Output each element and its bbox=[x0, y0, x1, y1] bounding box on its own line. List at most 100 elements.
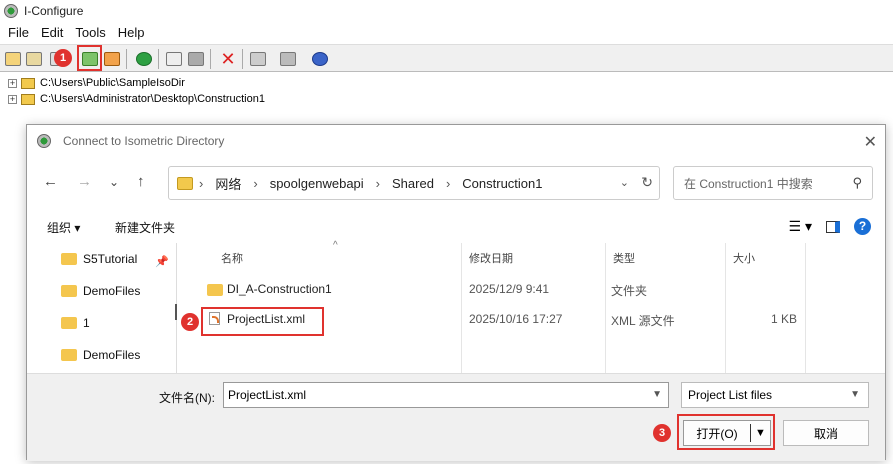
tree-item-label: C:\Users\Public\SampleIsoDir bbox=[40, 77, 185, 89]
help-icon[interactable]: ? bbox=[854, 218, 871, 235]
menu-tools[interactable]: Tools bbox=[69, 25, 111, 40]
callout-2-badge: 2 bbox=[181, 313, 199, 331]
file-size: 1 KB bbox=[771, 312, 798, 326]
toolbar: ✕ bbox=[0, 44, 893, 72]
callout-1-highlight bbox=[77, 45, 102, 71]
breadcrumb-separator: › bbox=[199, 175, 204, 191]
column-header-type[interactable]: 类型 bbox=[607, 243, 635, 273]
sidebar-item-label: S5Tutorial bbox=[83, 252, 138, 266]
file-type: XML 源文件 bbox=[611, 314, 675, 328]
help-icon[interactable] bbox=[310, 49, 330, 69]
address-bar[interactable]: › 网络 › spoolgenwebapi › Shared › Constru… bbox=[168, 166, 660, 200]
breadcrumb-server[interactable]: spoolgenwebapi bbox=[270, 176, 364, 191]
menu-file[interactable]: File bbox=[2, 25, 35, 40]
folder-icon bbox=[61, 349, 77, 361]
check-icon[interactable] bbox=[134, 49, 154, 69]
paste-icon[interactable] bbox=[186, 49, 206, 69]
sidebar-item-1[interactable]: 1 bbox=[61, 313, 90, 333]
chevron-down-icon[interactable]: ⌄ bbox=[620, 176, 629, 189]
sidebar-item-label: DemoFiles bbox=[83, 348, 141, 362]
chevron-down-icon[interactable]: ▼ bbox=[652, 389, 662, 400]
folder-icon bbox=[177, 176, 193, 190]
dialog-logo-icon bbox=[37, 134, 51, 148]
app-logo-icon bbox=[4, 4, 18, 18]
save-folder-icon[interactable] bbox=[24, 49, 44, 69]
menu-help[interactable]: Help bbox=[112, 25, 151, 40]
column-header-modified[interactable]: 修改日期 bbox=[463, 243, 513, 273]
search-placeholder: 在 Construction1 中搜索 bbox=[684, 176, 813, 191]
properties-icon[interactable] bbox=[248, 49, 268, 69]
search-icon[interactable]: ⚲ bbox=[852, 175, 862, 191]
file-modified: 2025/10/16 17:27 bbox=[469, 312, 563, 326]
tree-item[interactable]: + C:\Users\Administrator\Desktop\Constru… bbox=[8, 92, 265, 106]
dialog-title: Connect to Isometric Directory bbox=[63, 134, 225, 148]
sidebar-item-demofiles[interactable]: DemoFiles bbox=[61, 281, 140, 301]
callout-3-badge: 3 bbox=[653, 424, 671, 442]
sidebar-item-s5tutorial[interactable]: S5Tutorial bbox=[61, 249, 137, 269]
folder-icon bbox=[61, 285, 77, 297]
breadcrumb-separator: › bbox=[375, 175, 381, 191]
recent-locations-icon[interactable]: ⌄ bbox=[109, 175, 119, 189]
search-input[interactable]: 在 Construction1 中搜索 ⚲ bbox=[673, 166, 873, 200]
folder-icon bbox=[61, 253, 77, 265]
chevron-down-icon: ▼ bbox=[850, 389, 860, 400]
file-name: DI_A-Construction1 bbox=[227, 282, 332, 296]
view-controls: ☰ ▾ ? bbox=[789, 218, 871, 235]
sidebar-item-demofiles-2[interactable]: DemoFiles bbox=[61, 345, 140, 365]
folder-icon bbox=[21, 93, 35, 105]
dialog-titlebar: Connect to Isometric Directory ✕ bbox=[27, 125, 885, 157]
preview-pane-icon[interactable] bbox=[826, 220, 840, 233]
navigation-row: ← → ⌄ ↑ › 网络 › spoolgenwebapi › Shared ›… bbox=[27, 165, 885, 201]
menu-bar: File Edit Tools Help bbox=[0, 22, 893, 42]
filetype-select[interactable]: Project List files ▼ bbox=[681, 382, 869, 408]
organize-button[interactable]: 组织 ▾ bbox=[47, 219, 80, 236]
delete-icon[interactable]: ✕ bbox=[218, 49, 238, 69]
breadcrumb-network[interactable]: 网络 bbox=[215, 174, 241, 193]
file-row[interactable]: DI_A-Construction1 2025/12/9 9:41 文件夹 bbox=[185, 275, 875, 303]
breadcrumb-separator: › bbox=[253, 175, 258, 191]
callout-2-highlight bbox=[201, 307, 324, 336]
breadcrumb-separator: › bbox=[445, 175, 451, 191]
view-mode-icon[interactable]: ☰ ▾ bbox=[789, 218, 812, 235]
cancel-button[interactable]: 取消 bbox=[783, 420, 869, 446]
close-icon[interactable]: ✕ bbox=[864, 132, 877, 152]
back-icon[interactable]: ← bbox=[43, 173, 58, 190]
open-folder-icon[interactable] bbox=[3, 49, 23, 69]
copy-icon[interactable] bbox=[164, 49, 184, 69]
expand-icon[interactable]: + bbox=[8, 94, 17, 104]
new-folder-button[interactable]: 新建文件夹 bbox=[115, 219, 175, 236]
file-type: 文件夹 bbox=[611, 284, 648, 298]
pane-splitter[interactable] bbox=[175, 304, 177, 320]
column-header-size[interactable]: 大小 bbox=[727, 243, 755, 273]
filename-field[interactable]: ProjectList.xml ▼ bbox=[223, 382, 669, 408]
folder-icon bbox=[61, 317, 77, 329]
callout-1-badge: 1 bbox=[54, 49, 72, 67]
command-bar: 组织 ▾ 新建文件夹 ☰ ▾ ? bbox=[27, 211, 885, 243]
forward-icon[interactable]: → bbox=[77, 173, 92, 190]
dialog-footer: 文件名(N): ProjectList.xml ▼ Project List f… bbox=[27, 373, 885, 461]
menu-edit[interactable]: Edit bbox=[35, 25, 69, 40]
app-title: I-Configure bbox=[24, 4, 84, 18]
pin-icon[interactable]: 📌 bbox=[155, 255, 169, 268]
comment-icon[interactable] bbox=[278, 49, 298, 69]
sort-ascending-icon: ^ bbox=[333, 240, 338, 251]
sidebar-item-label: DemoFiles bbox=[83, 284, 141, 298]
connect-directory-dialog: Connect to Isometric Directory ✕ ← → ⌄ ↑… bbox=[26, 124, 886, 461]
sidebar-item-label: 1 bbox=[83, 316, 90, 330]
breadcrumb-construction1[interactable]: Construction1 bbox=[462, 176, 542, 191]
expand-icon[interactable]: + bbox=[8, 78, 17, 88]
disconnect-icon[interactable] bbox=[102, 49, 122, 69]
file-modified: 2025/12/9 9:41 bbox=[469, 282, 550, 296]
app-titlebar: I-Configure bbox=[0, 0, 893, 22]
refresh-icon[interactable]: ↻ bbox=[641, 174, 653, 191]
up-icon[interactable]: ↑ bbox=[137, 173, 145, 190]
filetype-value: Project List files bbox=[688, 388, 773, 402]
callout-3-highlight bbox=[677, 414, 775, 450]
column-header-name[interactable]: 名称 bbox=[215, 243, 243, 273]
folder-icon bbox=[21, 77, 35, 89]
filename-value: ProjectList.xml bbox=[228, 388, 307, 402]
folder-icon bbox=[207, 284, 223, 296]
breadcrumb-shared[interactable]: Shared bbox=[392, 176, 434, 191]
tree-item-label: C:\Users\Administrator\Desktop\Construct… bbox=[40, 93, 265, 105]
tree-item[interactable]: + C:\Users\Public\SampleIsoDir bbox=[8, 76, 185, 90]
